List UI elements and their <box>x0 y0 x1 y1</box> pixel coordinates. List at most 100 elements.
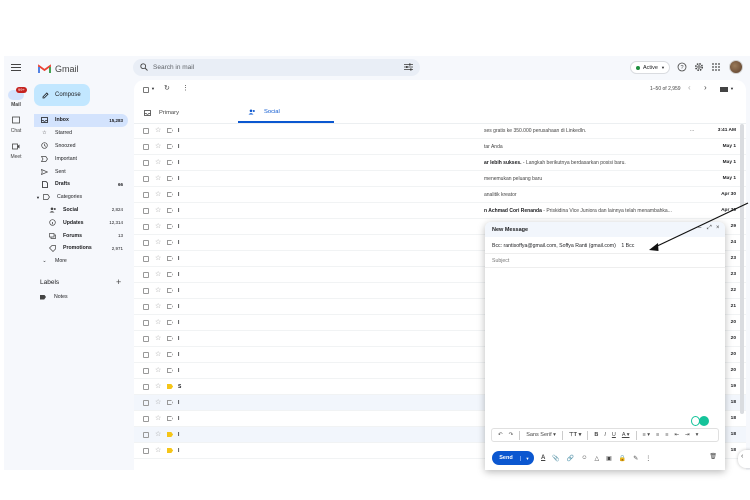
compose-button[interactable]: Compose <box>34 84 90 106</box>
important-marker-icon[interactable] <box>167 336 173 341</box>
drive-icon[interactable]: △ <box>594 455 599 462</box>
emoji-icon[interactable]: ☺ <box>581 455 587 461</box>
row-checkbox[interactable] <box>143 448 149 454</box>
star-icon[interactable]: ☆ <box>155 334 161 342</box>
expand-icon[interactable]: ⤢ <box>707 225 712 232</box>
indent-more-icon[interactable]: ⇥ <box>685 432 690 438</box>
star-icon[interactable]: ☆ <box>155 446 161 454</box>
sidebar-item-sent[interactable]: Sent <box>34 165 128 178</box>
sidebar-item-forums[interactable]: Forums 13 <box>34 229 128 242</box>
important-marker-icon[interactable] <box>167 208 173 213</box>
star-icon[interactable]: ☆ <box>155 430 161 438</box>
more-options-icon[interactable]: ⋮ <box>645 455 651 462</box>
rail-meet[interactable]: Meet <box>4 142 28 160</box>
signature-icon[interactable]: ✎ <box>633 455 638 462</box>
search-input[interactable]: Search in mail <box>153 64 194 71</box>
account-avatar[interactable] <box>729 60 743 74</box>
important-marker-icon[interactable] <box>167 384 173 389</box>
important-marker-icon[interactable] <box>167 240 173 245</box>
star-icon[interactable]: ☆ <box>155 350 161 358</box>
row-checkbox[interactable] <box>143 288 149 294</box>
sidebar-item-updates[interactable]: Updates 12,314 <box>34 216 128 229</box>
help-icon[interactable]: ? <box>677 62 687 72</box>
bcc-field[interactable]: Bcc: rantisoffya@gmail.com, Soffya Ranti… <box>485 239 725 254</box>
table-row[interactable]: ☆ Ianalitik kreator Apr 30 <box>134 187 746 203</box>
star-icon[interactable]: ☆ <box>155 382 161 390</box>
star-icon[interactable]: ☆ <box>155 190 161 198</box>
close-icon[interactable]: × <box>716 225 720 231</box>
important-marker-icon[interactable] <box>167 128 173 133</box>
sidebar-item-starred[interactable]: ☆ Starred <box>34 127 128 140</box>
star-icon[interactable]: ☆ <box>155 286 161 294</box>
apps-grid-icon[interactable] <box>711 62 721 72</box>
important-marker-icon[interactable] <box>167 176 173 181</box>
tab-primary[interactable]: Primary <box>134 102 230 123</box>
align-icon[interactable]: ≡ ▾ <box>643 432 651 438</box>
star-icon[interactable]: ☆ <box>155 222 161 230</box>
add-label-icon[interactable]: + <box>116 277 121 287</box>
important-marker-icon[interactable] <box>167 272 173 277</box>
star-icon[interactable]: ☆ <box>155 318 161 326</box>
table-row[interactable]: ☆ Itar Anda May 1 <box>134 139 746 155</box>
row-checkbox[interactable] <box>143 240 149 246</box>
minimize-icon[interactable]: – <box>698 225 701 231</box>
side-panel-toggle[interactable]: ‹ <box>738 450 750 468</box>
settings-gear-icon[interactable] <box>694 62 704 72</box>
sidebar-item-social[interactable]: Social 2,824 <box>34 204 128 217</box>
search-options-icon[interactable] <box>404 63 413 71</box>
row-checkbox[interactable] <box>143 192 149 198</box>
important-marker-icon[interactable] <box>167 416 173 421</box>
important-marker-icon[interactable] <box>167 352 173 357</box>
chevron-left-icon[interactable]: ‹ <box>688 83 691 92</box>
insert-photo-icon[interactable]: ▣ <box>606 455 612 462</box>
row-checkbox[interactable] <box>143 272 149 278</box>
more-formatting-icon[interactable]: ▾ <box>696 432 699 438</box>
star-icon[interactable]: ☆ <box>155 238 161 246</box>
important-marker-icon[interactable] <box>167 288 173 293</box>
table-row[interactable]: ☆ Iar lebih sukses. - Langkah berikutnya … <box>134 155 746 171</box>
row-checkbox[interactable] <box>143 368 149 374</box>
sidebar-item-snoozed[interactable]: Snoozed <box>34 140 128 153</box>
status-selector[interactable]: Active ▼ <box>630 61 670 74</box>
sidebar-item-promotions[interactable]: Promotions 2,971 <box>34 242 128 255</box>
important-marker-icon[interactable] <box>167 448 173 453</box>
table-row[interactable]: ☆ In Achmad Cori Renanda - Priskidina Vic… <box>134 203 746 219</box>
chevron-down-icon[interactable]: ▼ <box>730 86 734 91</box>
row-checkbox[interactable] <box>143 160 149 166</box>
row-checkbox[interactable] <box>143 304 149 310</box>
italic-icon[interactable]: I <box>604 432 606 438</box>
insert-link-icon[interactable]: 🔗 <box>567 455 574 462</box>
search-bar[interactable]: Search in mail <box>133 59 420 76</box>
chevron-right-icon[interactable]: › <box>704 83 707 92</box>
important-marker-icon[interactable] <box>167 192 173 197</box>
sidebar-item-categories[interactable]: ▼ Categories <box>34 191 128 204</box>
important-marker-icon[interactable] <box>167 160 173 165</box>
important-marker-icon[interactable] <box>167 432 173 437</box>
text-color-icon[interactable]: A ▾ <box>622 432 630 438</box>
bcc-toggle[interactable]: 1 Bcc <box>621 243 634 249</box>
star-icon[interactable]: ☆ <box>155 414 161 422</box>
row-checkbox[interactable] <box>143 224 149 230</box>
send-button[interactable]: Send ▼ <box>492 451 534 465</box>
grammarly-icon[interactable] <box>699 416 709 426</box>
star-icon[interactable]: ☆ <box>155 270 161 278</box>
more-vert-icon[interactable]: ⋮ <box>182 84 189 92</box>
sidebar-item-drafts[interactable]: Drafts 66 <box>34 178 128 191</box>
refresh-icon[interactable]: ↻ <box>164 84 170 92</box>
discard-draft-icon[interactable]: 🗑 <box>709 453 717 460</box>
main-menu-icon[interactable] <box>11 64 21 72</box>
confidential-mode-icon[interactable]: 🔒 <box>619 455 626 462</box>
indent-less-icon[interactable]: ⇤ <box>674 432 679 438</box>
star-icon[interactable]: ☆ <box>155 158 161 166</box>
row-checkbox[interactable] <box>143 208 149 214</box>
row-checkbox[interactable] <box>143 352 149 358</box>
select-all-checkbox[interactable] <box>143 87 149 93</box>
row-checkbox[interactable] <box>143 400 149 406</box>
important-marker-icon[interactable] <box>167 304 173 309</box>
search-icon[interactable] <box>140 63 148 71</box>
star-icon[interactable]: ☆ <box>155 126 161 134</box>
select-menu-chevron-icon[interactable]: ▼ <box>151 86 155 91</box>
redo-icon[interactable]: ↷ <box>509 432 514 438</box>
bold-icon[interactable]: B <box>594 432 598 438</box>
rail-chat[interactable]: Chat <box>4 116 28 134</box>
